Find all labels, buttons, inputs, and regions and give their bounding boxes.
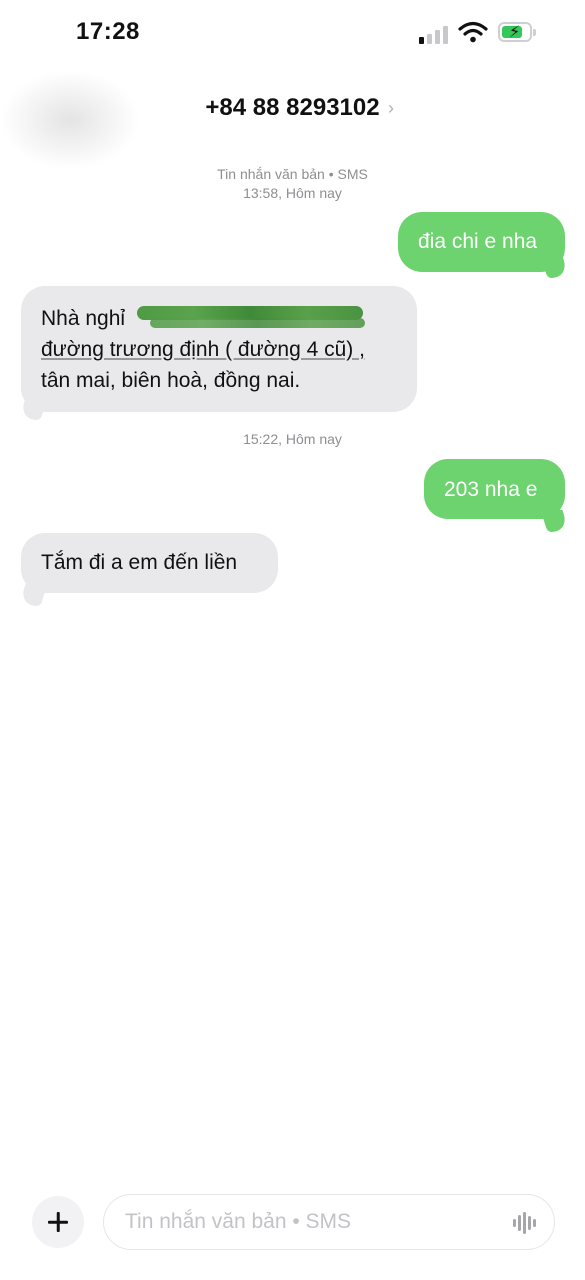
message-service-label: Tin nhắn văn bản • SMS	[217, 166, 368, 182]
battery-cap	[533, 29, 536, 36]
message-text: 203 nha e	[444, 478, 538, 501]
wifi-icon	[458, 21, 488, 43]
incoming-message[interactable]: Tắm đi a em đến liền	[21, 533, 278, 593]
chevron-right-icon[interactable]: ›	[388, 98, 394, 119]
contact-number[interactable]: +84 88 8293102	[0, 94, 585, 122]
message-line: đường trương định ( đường 4 cũ) ,	[41, 338, 365, 361]
waveform-icon[interactable]	[513, 1212, 539, 1234]
outgoing-message[interactable]: 203 nha e	[424, 459, 565, 519]
message-text: đia chi e nha	[418, 230, 538, 253]
timestamp: 13:58, Hôm nay	[243, 185, 342, 201]
message-line: tân mai, biên hoà, đồng nai.	[41, 369, 301, 392]
battery-icon: ⚡	[498, 22, 532, 42]
outgoing-message[interactable]: đia chi e nha	[398, 212, 565, 272]
timestamp: 15:22, Hôm nay	[243, 431, 342, 447]
message-text: Tắm đi a em đến liền	[41, 551, 238, 574]
add-attachment-button[interactable]	[32, 1196, 84, 1248]
status-time: 17:28	[76, 18, 140, 45]
redaction-mark	[150, 318, 365, 328]
cellular-signal-icon	[419, 26, 449, 44]
incoming-message[interactable]: Nhà nghỉ đường trương định ( đường 4 cũ)…	[21, 286, 417, 412]
message-input-placeholder: Tin nhắn văn bản • SMS	[125, 1210, 352, 1233]
